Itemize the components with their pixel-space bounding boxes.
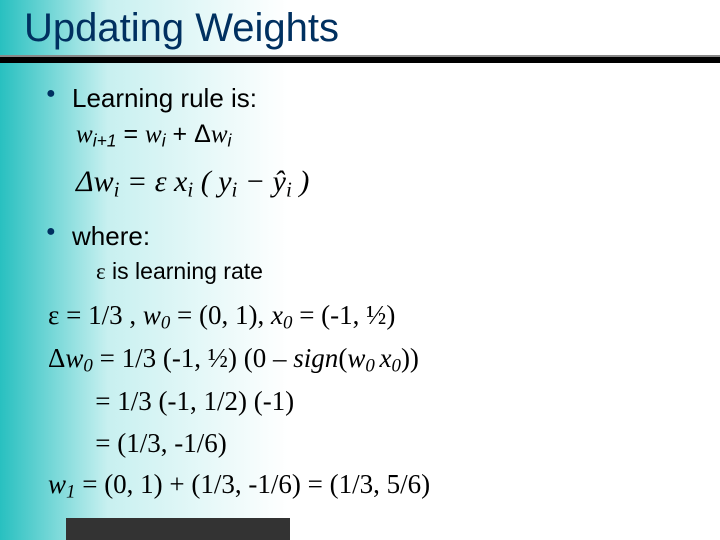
ex2sign: sign xyxy=(293,343,338,373)
ex2x2: x xyxy=(380,343,392,373)
example-line-3: = 1/3 (-1, 1/2) (-1) xyxy=(48,381,684,423)
delta-y: y xyxy=(218,165,231,198)
eq-w2: w xyxy=(145,121,162,148)
delta-w: w xyxy=(94,165,114,198)
delta-minus: − xyxy=(237,165,272,198)
eq-sub1: i+1 xyxy=(93,130,117,150)
delta-close: ) xyxy=(292,165,310,198)
eq-plus: + Δ xyxy=(166,120,211,148)
eq-sub3: i xyxy=(228,130,232,150)
ex2wsub: 0 xyxy=(83,355,92,376)
example-line-2: Δw0 = 1/3 (-1, ½) (0 – sign(w0 x0)) xyxy=(48,338,684,381)
ex2d: )) xyxy=(401,343,419,373)
ex2x2sub: 0 xyxy=(391,355,400,376)
ex1a: ε = 1/3 , xyxy=(48,300,143,330)
title-bar: Updating Weights xyxy=(0,0,720,55)
epsilon-text: is learning rate xyxy=(106,258,263,284)
eq-w3: w xyxy=(211,121,228,148)
ex2w2sub: 0 xyxy=(365,355,379,376)
epsilon-note: ε is learning rate xyxy=(96,258,684,285)
ex1c: = (-1, ½) xyxy=(292,300,395,330)
delta-eq: = ε xyxy=(119,165,174,198)
footer-bar xyxy=(66,518,290,540)
slide-title: Updating Weights xyxy=(24,6,720,51)
example-line-1: ε = 1/3 , w0 = (0, 1), x0 = (-1, ½) xyxy=(48,295,684,338)
ex1b: = (0, 1), xyxy=(170,300,271,330)
ex1x: x xyxy=(271,300,283,330)
update-equation: wi+1 = wi + Δwi xyxy=(76,120,684,151)
slide: Updating Weights Learning rule is: wi+1 … xyxy=(0,0,720,540)
ex4: = (1/3, -1/6) xyxy=(48,428,227,458)
bullet-where: where: xyxy=(72,221,684,252)
ex1w: w xyxy=(143,300,161,330)
delta-sym: Δ xyxy=(76,165,94,198)
bullet-learning-rule: Learning rule is: xyxy=(72,83,684,114)
ex5a: = (0, 1) + (1/3, -1/6) = (1/3, 5/6) xyxy=(75,469,430,499)
ex2c: ( xyxy=(338,343,347,373)
worked-example: ε = 1/3 , w0 = (0, 1), x0 = (-1, ½) Δw0 … xyxy=(48,295,684,508)
ex2b: = 1/3 (-1, ½) (0 – xyxy=(93,343,293,373)
content: Learning rule is: wi+1 = wi + Δwi Δwi = … xyxy=(0,63,720,507)
bullet-text-2: where: xyxy=(72,221,150,251)
ex2a: Δ xyxy=(48,343,65,373)
ex5w: w xyxy=(48,469,66,499)
example-line-5: w1 = (0, 1) + (1/3, -1/6) = (1/3, 5/6) xyxy=(48,464,684,507)
eq-eq: = xyxy=(117,120,146,148)
delta-formula: Δwi = ε xi ( yi − ŷi ) xyxy=(76,165,684,202)
divider xyxy=(0,55,720,63)
ex2w2: w xyxy=(347,343,365,373)
ex1wsub: 0 xyxy=(161,312,170,333)
ex3: = 1/3 (-1, 1/2) (-1) xyxy=(48,386,294,416)
delta-yhat: ŷ xyxy=(273,165,286,198)
delta-x: x xyxy=(174,165,187,198)
epsilon-symbol: ε xyxy=(96,259,106,284)
bullet-text-1: Learning rule is: xyxy=(72,83,257,113)
ex2w: w xyxy=(65,343,83,373)
eq-w1: w xyxy=(76,121,93,148)
delta-open: ( xyxy=(193,165,218,198)
example-line-4: = (1/3, -1/6) xyxy=(48,423,684,465)
